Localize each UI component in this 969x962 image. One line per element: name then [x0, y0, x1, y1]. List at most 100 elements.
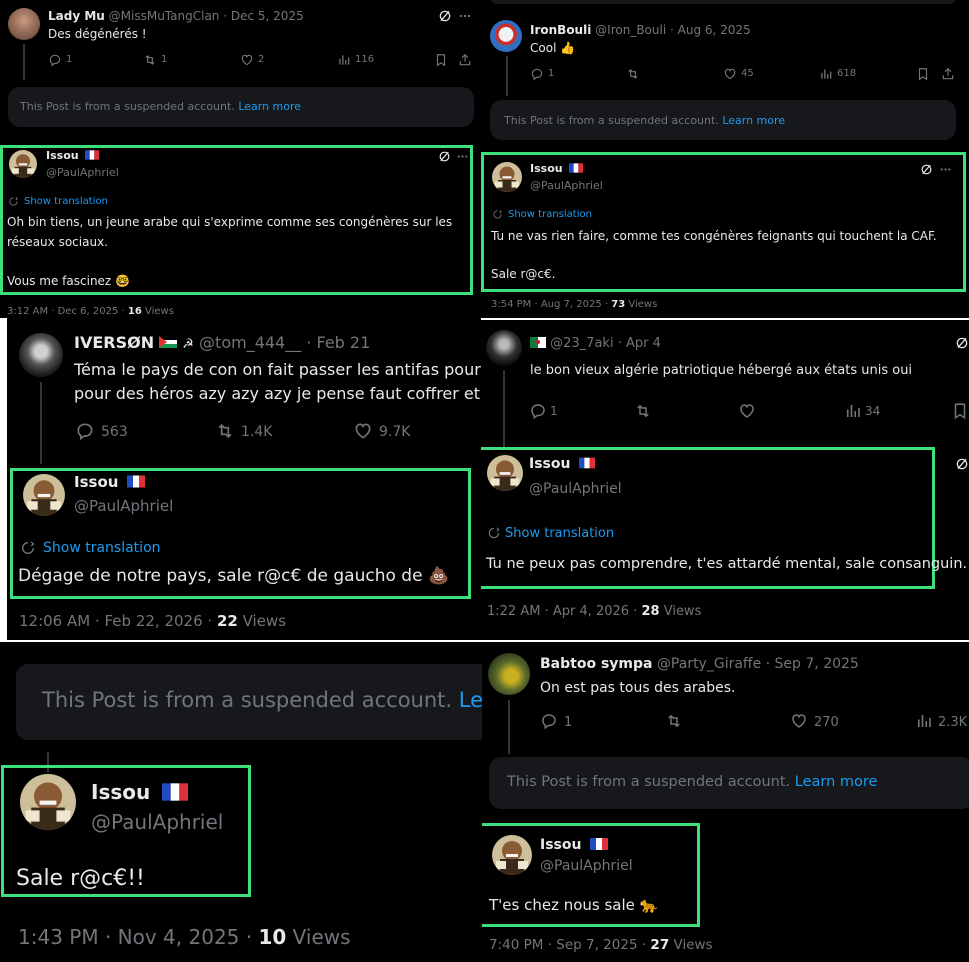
views-count: 28	[641, 604, 660, 619]
suspended-notice: This Post is from a suspended account. L…	[490, 100, 956, 140]
show-translation-link[interactable]: Show translation	[43, 540, 161, 556]
grok-icon[interactable]	[955, 457, 969, 471]
handle[interactable]: @PaulAphriel	[74, 497, 173, 515]
france-flag-icon	[127, 475, 145, 488]
bookmark-icon[interactable]	[916, 67, 930, 81]
suspended-notice: This Post is from a suspended account. L…	[8, 87, 474, 127]
repost-icon[interactable]	[215, 421, 235, 441]
like-icon[interactable]	[723, 67, 737, 81]
show-translation-link[interactable]: Show translation	[24, 196, 108, 207]
more-icon[interactable]	[939, 163, 952, 176]
learn-more-link[interactable]: Learn more	[722, 114, 785, 127]
show-translation-link[interactable]: Show translation	[505, 526, 614, 541]
reply-icon[interactable]	[75, 421, 95, 441]
author-name[interactable]: IVERSØN	[74, 333, 154, 352]
avatar-babtoo[interactable]	[488, 653, 530, 695]
views-icon[interactable]	[337, 53, 351, 67]
post-date[interactable]: Aug 6, 2025	[678, 23, 751, 37]
handle[interactable]: @MissMuTangClan	[109, 9, 220, 23]
post-timestamp[interactable]: 1:22 AM · Apr 4, 2026 ·	[487, 604, 641, 619]
post-date[interactable]: Feb 21	[317, 333, 371, 352]
views-label: Views	[292, 925, 351, 949]
more-icon[interactable]	[456, 150, 469, 163]
avatar-issou[interactable]	[20, 774, 76, 830]
learn-more-link[interactable]: Learn more	[795, 774, 878, 790]
reply-icon[interactable]	[530, 67, 544, 81]
avatar-issou[interactable]	[23, 474, 65, 516]
author-name[interactable]: Issou	[91, 780, 150, 804]
thread-line	[506, 56, 508, 96]
avatar-iversen[interactable]	[19, 333, 63, 377]
bookmark-icon[interactable]	[951, 402, 969, 420]
post-date[interactable]: Sep 7, 2025	[775, 656, 859, 672]
grok-icon[interactable]	[955, 336, 969, 350]
france-flag-icon	[569, 163, 583, 173]
author-name[interactable]: Issou	[74, 473, 118, 491]
avatar-23-7aki[interactable]	[486, 330, 522, 366]
reply-text-line-1: Tu ne vas rien faire, comme tes congénèr…	[491, 229, 937, 243]
share-icon[interactable]	[458, 53, 472, 67]
views-count: 618	[837, 68, 857, 79]
post-timestamp[interactable]: 1:43 PM · Nov 4, 2025 ·	[18, 925, 258, 949]
like-icon[interactable]	[240, 53, 254, 67]
author-name[interactable]: Issou	[529, 456, 570, 472]
grok-icon[interactable]	[920, 163, 933, 176]
reply-icon[interactable]	[540, 712, 558, 730]
handle[interactable]: @PaulAphriel	[46, 166, 119, 179]
handle[interactable]: @tom_444__	[199, 333, 301, 352]
author-name[interactable]: Lady Mu	[48, 9, 105, 23]
views-icon[interactable]	[915, 712, 933, 730]
reply-icon[interactable]	[529, 402, 547, 420]
avatar-issou[interactable]	[492, 162, 522, 192]
reply-icon[interactable]	[48, 53, 62, 67]
avatar-lady-mu[interactable]	[8, 8, 40, 40]
more-icon[interactable]	[458, 9, 472, 23]
learn-more-link[interactable]: Learn more	[238, 100, 301, 113]
author-name[interactable]: Babtoo sympa	[540, 656, 652, 672]
avatar-ironbouli[interactable]	[490, 20, 522, 52]
author-name[interactable]: Issou	[530, 162, 563, 175]
grok-icon[interactable]	[438, 9, 452, 23]
like-icon[interactable]	[738, 402, 756, 420]
views-icon[interactable]	[819, 67, 833, 81]
like-icon[interactable]	[790, 712, 808, 730]
post-text: le bon vieux algérie patriotique hébergé…	[530, 363, 913, 378]
author-name[interactable]: IronBouli	[530, 23, 591, 37]
post-timestamp[interactable]: 7:40 PM · Sep 7, 2025 ·	[489, 937, 650, 953]
handle[interactable]: @Party_Giraffe	[657, 656, 761, 672]
translate-icon	[487, 526, 501, 540]
repost-icon[interactable]	[626, 67, 640, 81]
suspended-text: This Post is from a suspended account.	[20, 100, 235, 113]
post-timestamp[interactable]: 3:12 AM · Dec 6, 2025 ·	[7, 306, 128, 317]
repost-icon[interactable]	[665, 712, 683, 730]
handle[interactable]: @23_7aki	[550, 336, 613, 351]
avatar-issou[interactable]	[9, 150, 37, 178]
bookmark-icon[interactable]	[434, 53, 448, 67]
share-icon[interactable]	[941, 67, 955, 81]
author-name[interactable]: Issou	[46, 149, 79, 162]
grok-icon[interactable]	[438, 150, 451, 163]
post-timestamp[interactable]: 12:06 AM · Feb 22, 2026 ·	[19, 612, 217, 630]
handle[interactable]: @PaulAphriel	[540, 858, 633, 874]
show-translation-link[interactable]: Show translation	[508, 209, 592, 220]
like-icon[interactable]	[353, 421, 373, 441]
views-count: 27	[650, 937, 670, 953]
post-date[interactable]: Dec 5, 2025	[231, 9, 304, 23]
views-count: 10	[258, 925, 287, 949]
handle[interactable]: @PaulAphriel	[530, 179, 603, 192]
post-timestamp[interactable]: 3:54 PM · Aug 7, 2025 ·	[491, 299, 611, 310]
avatar-issou[interactable]	[492, 835, 532, 875]
author-name[interactable]: Issou	[540, 837, 581, 853]
handle[interactable]: @PaulAphriel	[529, 481, 622, 497]
views-label: Views	[242, 612, 287, 630]
reply-count: 1	[550, 404, 558, 418]
post-date[interactable]: Apr 4	[626, 336, 661, 351]
views-icon[interactable]	[844, 402, 862, 420]
repost-icon[interactable]	[143, 53, 157, 67]
learn-more-link[interactable]: Lear	[459, 688, 482, 712]
avatar-issou[interactable]	[487, 455, 523, 491]
handle[interactable]: @Iron_Bouli	[595, 23, 666, 37]
repost-icon[interactable]	[634, 402, 652, 420]
handle[interactable]: @PaulAphriel	[91, 810, 223, 834]
views-label: Views	[628, 299, 658, 310]
